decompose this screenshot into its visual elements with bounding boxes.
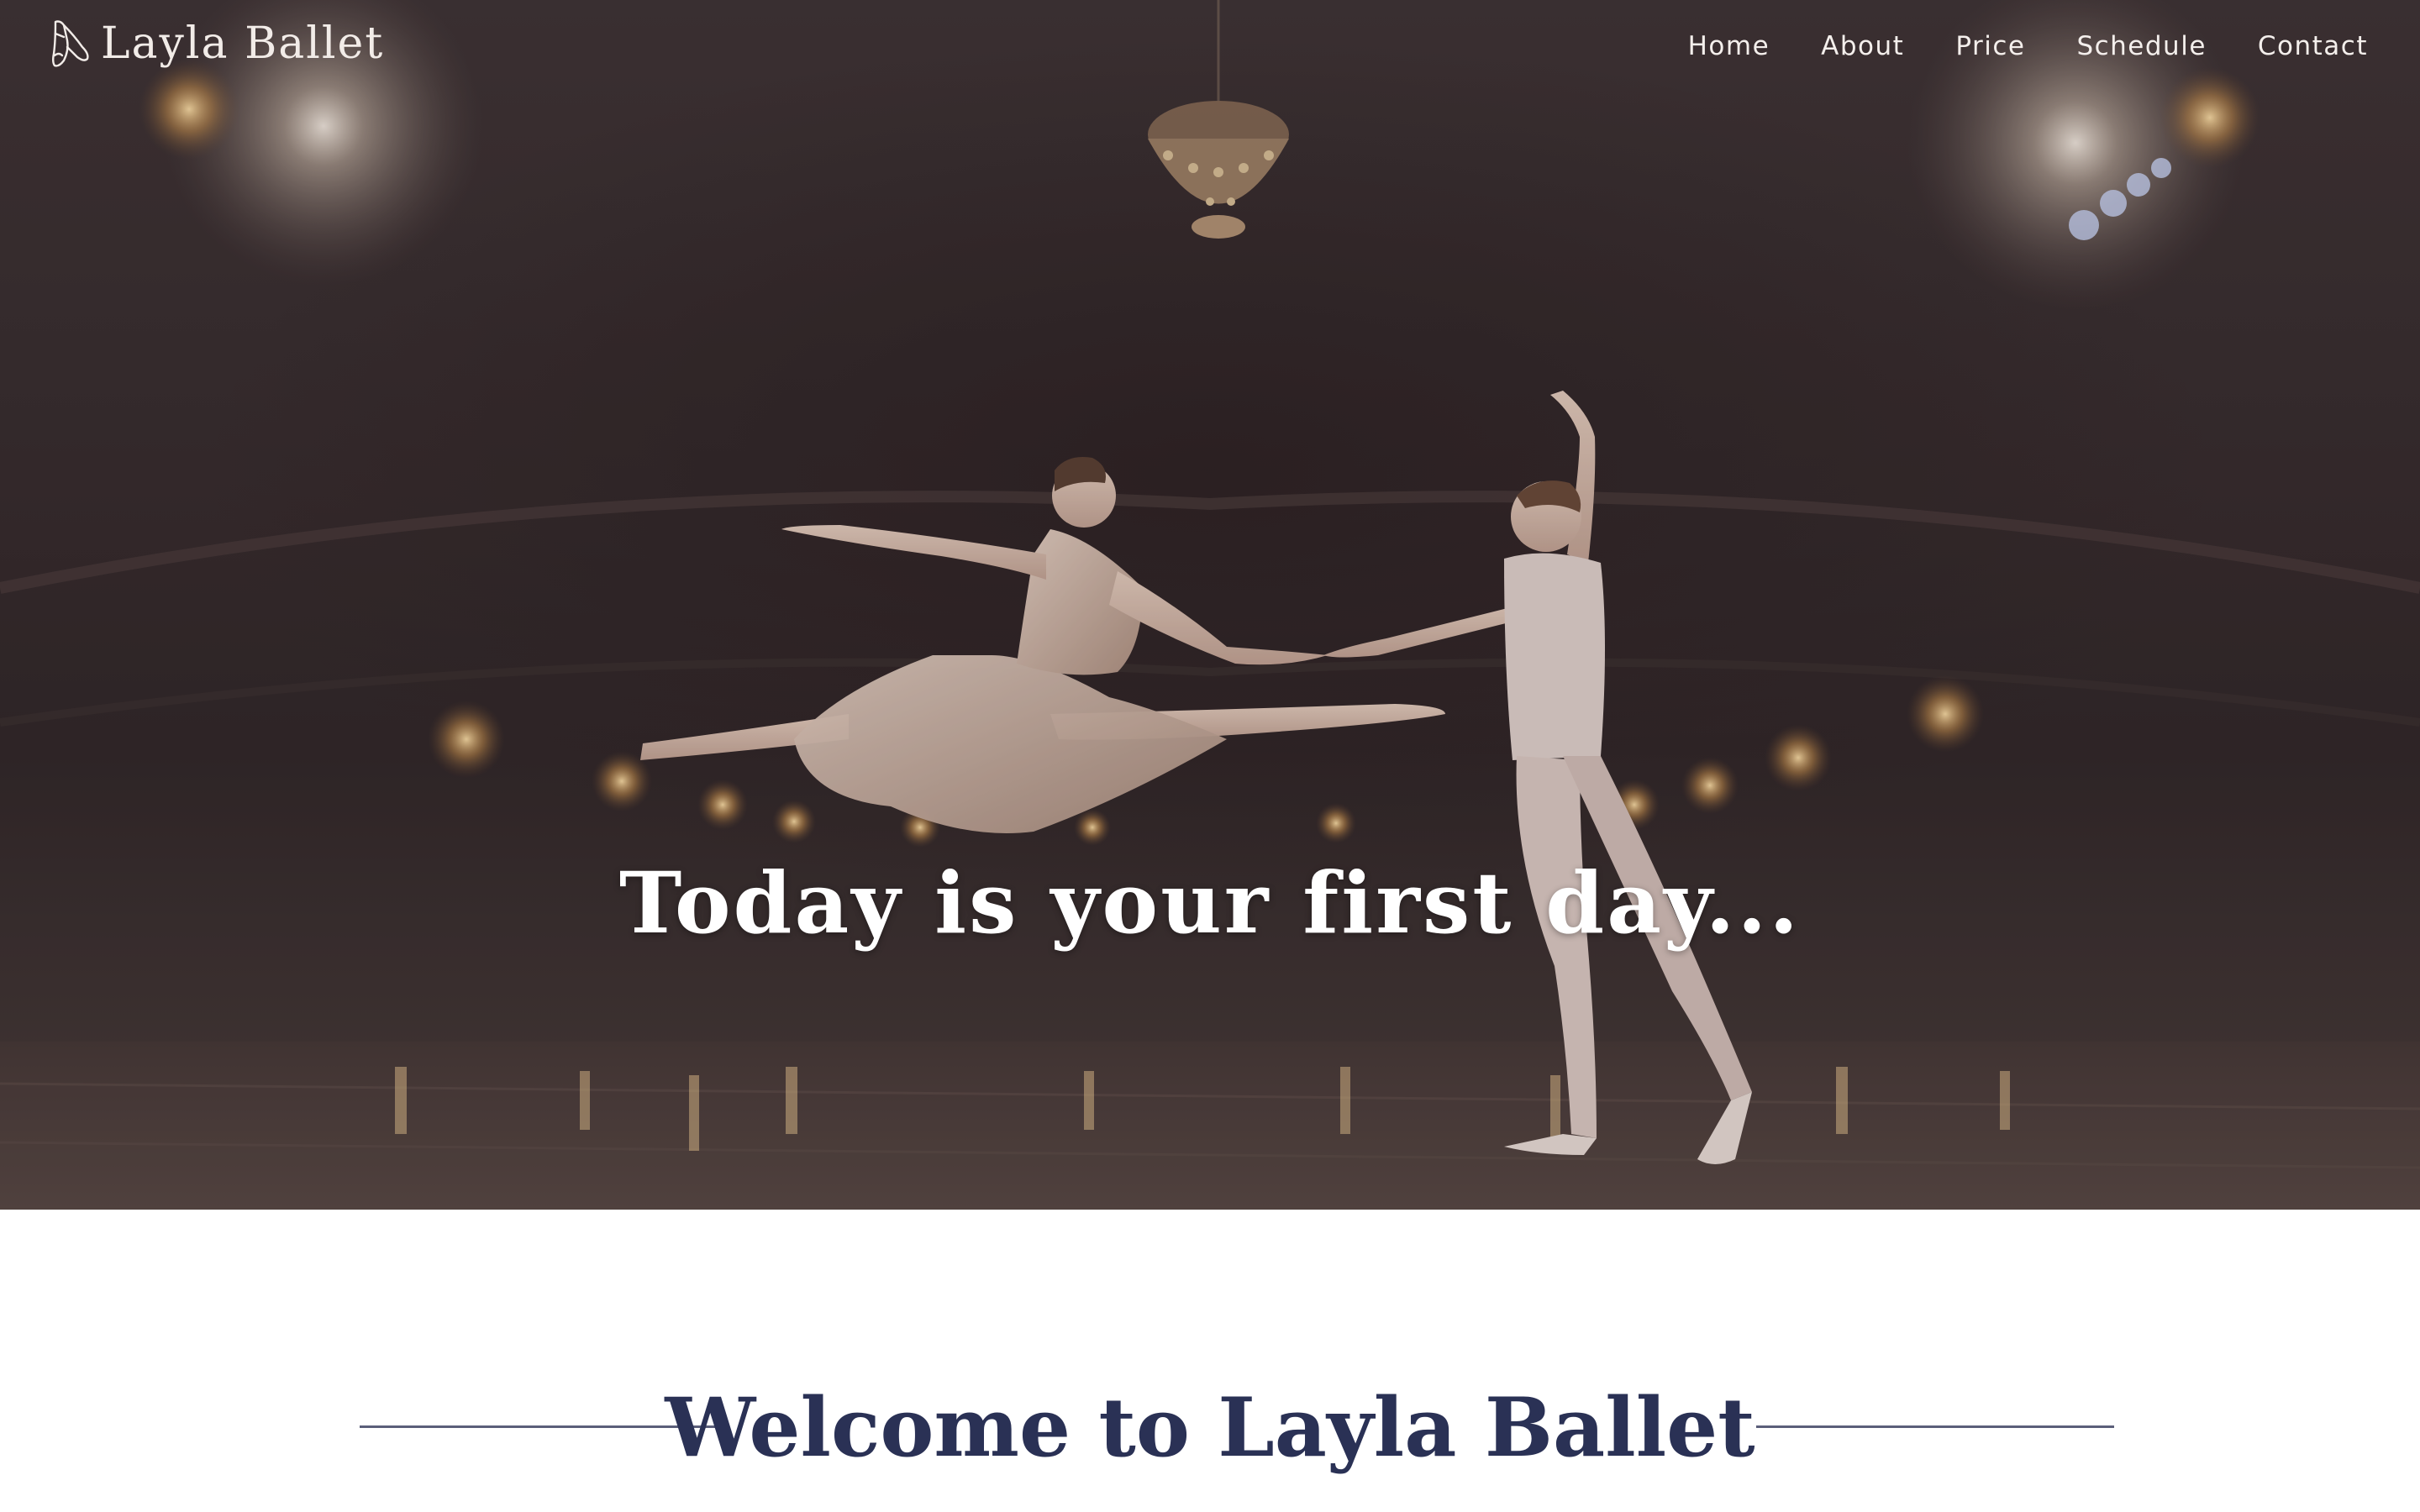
hero-headline: Today is your first day... xyxy=(618,853,1802,953)
nav-item-schedule[interactable]: Schedule xyxy=(2076,25,2206,67)
brand-name: Layla Ballet xyxy=(101,18,385,69)
welcome-section: Welcome to Layla Ballet xyxy=(0,1344,2420,1512)
welcome-title: Welcome to Layla Ballet xyxy=(665,1380,1755,1475)
welcome-divider-right xyxy=(1756,1425,2114,1428)
brand-home-link[interactable]: Layla Ballet xyxy=(49,17,384,71)
nav-item-about[interactable]: About xyxy=(1821,25,1904,67)
hero-section: Today is your first day... xyxy=(0,0,2420,1210)
nav-item-contact[interactable]: Contact xyxy=(2258,25,2368,67)
nav-item-home[interactable]: Home xyxy=(1688,25,1770,67)
ballet-shoes-icon xyxy=(52,20,89,67)
nav-item-price[interactable]: Price xyxy=(1955,25,2025,67)
hero-overlay xyxy=(0,0,2420,1210)
main-nav: Home About Price Schedule Contact xyxy=(1688,25,2368,67)
top-navbar: Layla Ballet Home About Price Schedule C… xyxy=(0,0,2420,92)
page: Today is your first day... Layla Ballet … xyxy=(0,0,2420,1512)
